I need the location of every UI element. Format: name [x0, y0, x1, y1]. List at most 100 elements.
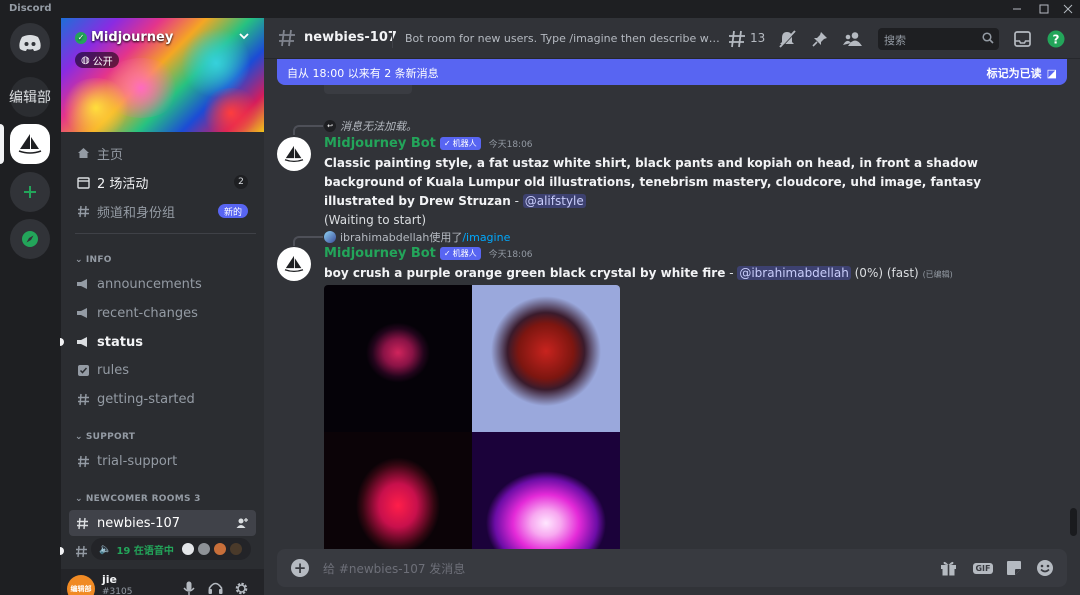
minimize-icon	[1013, 8, 1021, 10]
sticker-button[interactable]	[1004, 558, 1024, 578]
channel-trial-support[interactable]: trial-support	[69, 448, 256, 474]
nav-events[interactable]: 2 场活动 2	[69, 169, 256, 195]
mute-button[interactable]	[180, 579, 198, 595]
server-banner: ✓ Midjourney ◍ 公开	[61, 18, 264, 132]
category-support[interactable]: ⌄ SUPPORT	[75, 432, 135, 442]
megaphone-icon	[75, 278, 91, 290]
minimize-button[interactable]	[1004, 1, 1030, 17]
user-panel: 编辑部 jie #3105	[61, 569, 264, 595]
author-name[interactable]: Midjourney Bot	[324, 136, 436, 151]
events-count-badge: 2	[234, 175, 248, 189]
server-name[interactable]: ✓ Midjourney	[75, 30, 173, 45]
reply-preview[interactable]: ↩ 消息无法加载。	[324, 118, 417, 134]
home-button[interactable]	[10, 23, 50, 63]
channel-sidebar: ✓ Midjourney ◍ 公开 主页 2 场活动 2 频道和身份组 新的 ⌄…	[60, 18, 264, 595]
category-label: INFO	[85, 255, 112, 265]
command-preview[interactable]: ibrahimabdellah 使用了/imagine	[324, 229, 510, 245]
image-embed-edge	[324, 85, 412, 94]
chevron-down-icon: ⌄	[75, 432, 83, 442]
folder-label: 编辑部	[9, 90, 51, 106]
svg-text:?: ?	[1053, 33, 1060, 47]
threads-hash-icon	[75, 517, 91, 530]
channel-status[interactable]: status	[69, 329, 256, 355]
scrollbar-thumb[interactable]	[1070, 508, 1077, 536]
job-status: (0%) (fast)	[850, 266, 923, 280]
deafen-button[interactable]	[206, 579, 224, 595]
threads-button[interactable]	[728, 29, 748, 49]
mark-read-button[interactable]: 标记为已读 ◪	[987, 65, 1057, 81]
add-server-button[interactable]	[10, 172, 50, 212]
channel-newbies-107[interactable]: newbies-107	[69, 510, 256, 536]
checkbox-icon	[75, 364, 91, 377]
bot-tag-label: 机器人	[452, 249, 477, 258]
channel-header: newbies-107 Bot room for new users. Type…	[264, 18, 1080, 59]
headphones-icon	[208, 582, 222, 594]
chevron-down-icon: ⌄	[75, 255, 83, 265]
threads-hash-icon	[279, 29, 295, 47]
mark-read-label: 标记为已读	[986, 67, 1042, 80]
pinned-messages-button[interactable]	[810, 29, 830, 49]
bot-avatar[interactable]	[277, 137, 311, 171]
notification-settings-button[interactable]	[777, 29, 797, 49]
search-icon	[982, 32, 994, 44]
gif-button[interactable]: GIF	[971, 558, 995, 578]
message-content: Classic painting style, a fat ustaz whit…	[324, 154, 1024, 230]
user-mention[interactable]: @ibrahimabdellah	[737, 266, 851, 280]
user-mention[interactable]: @alifstyle	[522, 194, 586, 208]
hash-icon	[75, 455, 91, 468]
explore-servers-button[interactable]	[10, 219, 50, 259]
inbox-button[interactable]	[1012, 29, 1032, 49]
category-info[interactable]: ⌄ INFO	[75, 255, 112, 265]
image-grid-preview[interactable]	[324, 285, 620, 550]
chevron-down-icon[interactable]	[238, 30, 250, 42]
speaker-icon: 🔈	[99, 543, 112, 555]
search-input[interactable]: 搜索	[878, 28, 999, 50]
threads-count: 13	[750, 31, 766, 45]
check-icon: ✓	[443, 139, 451, 148]
author-name[interactable]: Midjourney Bot	[324, 246, 436, 261]
chat-main: newbies-107 Bot room for new users. Type…	[264, 18, 1080, 595]
smiley-icon	[1037, 560, 1053, 576]
hash-icon	[75, 393, 91, 406]
channel-recent-changes[interactable]: recent-changes	[69, 300, 256, 326]
microphone-icon	[183, 581, 195, 595]
upload-button[interactable]: +	[291, 559, 309, 577]
header-divider	[392, 30, 393, 48]
bot-avatar[interactable]	[277, 247, 311, 281]
gift-icon	[940, 561, 956, 576]
channel-announcements[interactable]: announcements	[69, 271, 256, 297]
channel-rules[interactable]: rules	[69, 357, 256, 383]
new-messages-bar[interactable]: 自从 18:00 以来有 2 条新消息 标记为已读 ◪	[277, 59, 1067, 85]
discord-app: Discord 编辑部 ✓ Midjourney ◍ 公开 主页 2 场活动 2…	[0, 0, 1080, 595]
channel-topic[interactable]: Bot room for new users. Type /imagine th…	[405, 32, 720, 45]
channel-title: newbies-107	[304, 30, 397, 45]
username[interactable]: jie	[102, 573, 117, 586]
maximize-button[interactable]	[1031, 1, 1057, 17]
add-member-icon[interactable]	[236, 517, 248, 529]
members-icon	[843, 32, 862, 46]
channel-label: status	[97, 334, 143, 350]
user-avatar[interactable]: 编辑部	[67, 575, 95, 595]
gear-icon	[235, 582, 247, 594]
message-header: Midjourney Bot ✓ 机器人 今天18:06	[324, 246, 533, 261]
category-newcomer-rooms[interactable]: ⌄ NEWCOMER ROOMS 3	[75, 494, 201, 504]
nav-channels-roles[interactable]: 频道和身份组 新的	[69, 198, 256, 224]
user-settings-button[interactable]	[232, 579, 250, 595]
voice-activity-pill[interactable]: 🔈 19 在语音中	[91, 538, 251, 560]
grid-image-4	[472, 432, 620, 550]
gift-button[interactable]	[938, 558, 958, 578]
nav-home[interactable]: 主页	[69, 140, 256, 166]
category-label: NEWCOMER ROOMS 3	[85, 494, 201, 504]
member-list-button[interactable]	[843, 29, 863, 49]
help-button[interactable]: ?	[1046, 29, 1066, 49]
emoji-button[interactable]	[1035, 558, 1055, 578]
bot-tag: ✓ 机器人	[439, 247, 481, 260]
channel-getting-started[interactable]: getting-started	[69, 386, 256, 412]
server-midjourney[interactable]	[10, 124, 50, 164]
server-folder-editorial[interactable]: 编辑部	[9, 77, 51, 117]
public-label: 公开	[92, 56, 113, 68]
grid-image-2	[472, 285, 620, 432]
close-window-button[interactable]	[1055, 1, 1080, 17]
message-composer[interactable]: + 给 #newbies-107 发消息 GIF	[277, 549, 1067, 587]
server-name-label: Midjourney	[91, 30, 174, 45]
